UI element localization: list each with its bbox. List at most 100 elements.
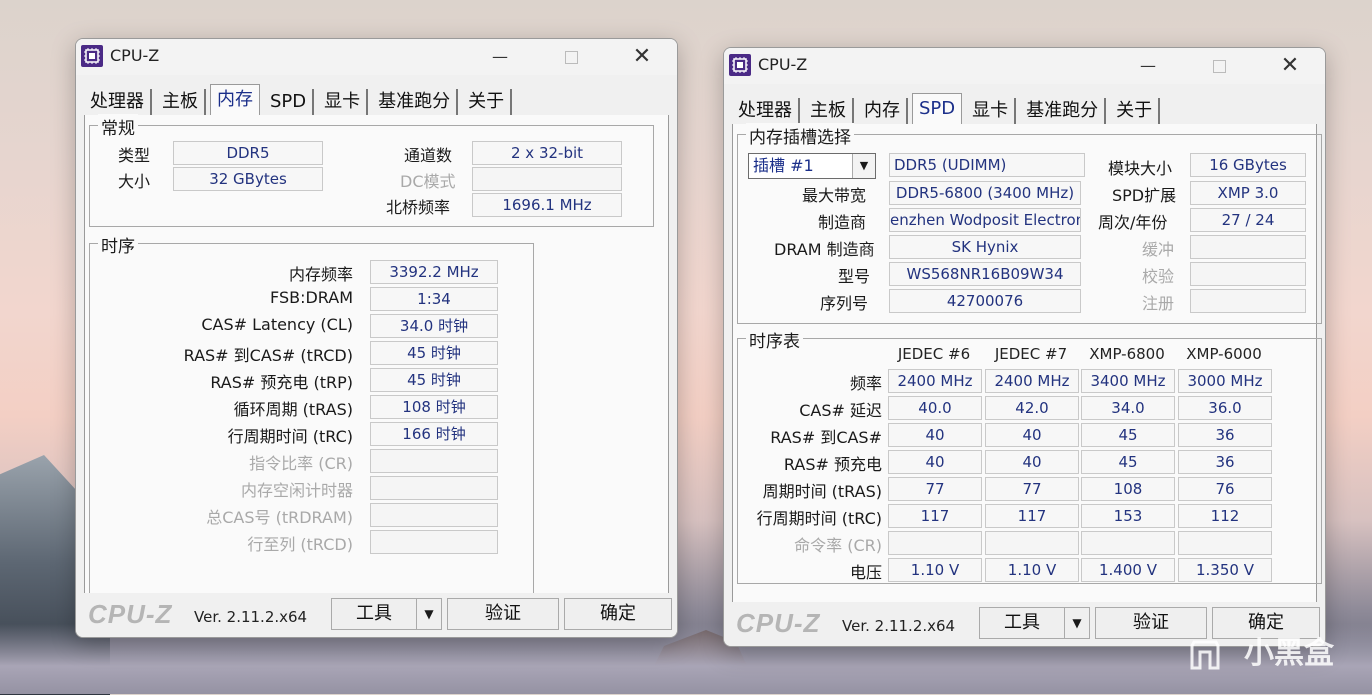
correction-value	[1190, 262, 1306, 286]
tab-graphics[interactable]: 显卡	[966, 98, 1017, 124]
memory-panel: 常规 类型 DDR5 大小 32 GBytes 通道数 2 x 32-bit D…	[84, 114, 669, 603]
tab-spd[interactable]: SPD	[264, 89, 315, 115]
timing-value	[370, 530, 498, 554]
timing-cell: 40	[888, 423, 982, 447]
maximize-button[interactable]	[551, 43, 591, 71]
manufacturer-label: 制造商	[818, 213, 867, 232]
slot-group-label: 内存插槽选择	[746, 123, 854, 148]
tab-bench[interactable]: 基准跑分	[1020, 98, 1107, 124]
tab-spd[interactable]: SPD	[912, 93, 963, 124]
max-bandwidth-label: 最大带宽	[802, 186, 867, 205]
footer-bar: CPU-Z Ver. 2.11.2.x64 工具 ▼ 验证 确定	[724, 602, 1325, 646]
xiaoheihe-logo-icon	[1190, 640, 1220, 670]
timing-cell: 112	[1178, 504, 1272, 528]
tools-button[interactable]: 工具	[331, 598, 417, 630]
title-bar[interactable]: CPU-Z — ✕	[724, 48, 1325, 84]
title-bar[interactable]: CPU-Z — ✕	[76, 39, 677, 75]
version-text: Ver. 2.11.2.x64	[842, 617, 956, 635]
buffered-label: 缓冲	[1142, 240, 1175, 259]
tab-bench[interactable]: 基准跑分	[372, 89, 459, 115]
part-number-value: WS568NR16B09W34	[889, 262, 1081, 286]
tab-about[interactable]: 关于	[1110, 98, 1161, 124]
timing-cell: 1.10 V	[985, 558, 1079, 582]
minimize-button[interactable]: —	[480, 43, 520, 71]
buffered-value	[1190, 235, 1306, 259]
minimize-button[interactable]: —	[1128, 52, 1168, 80]
part-number-label: 型号	[838, 267, 871, 286]
close-button[interactable]: ✕	[1270, 52, 1310, 80]
tab-about[interactable]: 关于	[462, 89, 513, 115]
timing-value	[370, 503, 498, 527]
tab-memory[interactable]: 内存	[858, 98, 908, 124]
general-group-label: 常规	[98, 114, 138, 139]
timing-cell: 40	[888, 450, 982, 474]
timing-cell: 40	[985, 423, 1079, 447]
timing-cell: 108	[1081, 477, 1175, 501]
validate-button[interactable]: 验证	[1095, 607, 1207, 639]
slot-select[interactable]: 插槽 #1 ▼	[748, 153, 876, 179]
tab-memory[interactable]: 内存	[210, 84, 260, 115]
timing-column-header: XMP-6000	[1186, 345, 1262, 363]
timing-column-header: XMP-6800	[1089, 345, 1165, 363]
timing-cell: 1.350 V	[1178, 558, 1272, 582]
timing-table-group: 时序表 JEDEC #6 JEDEC #7 XMP-6800 XMP-6000 频率 24…	[737, 327, 1322, 584]
timing-cell: 117	[888, 504, 982, 528]
timing-row-label: 命令率 (CR)	[794, 536, 882, 555]
slot-group: 内存插槽选择 插槽 #1 ▼ DDR5 (UDIMM) 最大带宽 DDR5-68…	[737, 123, 1322, 324]
tab-graphics[interactable]: 显卡	[318, 89, 369, 115]
validate-button[interactable]: 验证	[447, 598, 559, 630]
module-size-label: 模块大小	[1108, 159, 1173, 178]
timing-row-label: RAS# 到CAS#	[770, 428, 882, 447]
week-year-label: 周次/年份	[1098, 213, 1168, 232]
timings-group: 时序 内存频率 3392.2 MHz FSB:DRAM 1:34 CAS# Latenc…	[89, 232, 534, 603]
module-type-value: DDR5 (UDIMM)	[889, 153, 1085, 177]
timing-cell: 34.0	[1081, 396, 1175, 420]
tab-cpu[interactable]: 处理器	[732, 98, 800, 124]
timing-value: 45 时钟	[370, 368, 498, 392]
tools-button[interactable]: 工具	[979, 607, 1065, 639]
timing-column-header: JEDEC #7	[994, 345, 1068, 363]
timing-value: 3392.2 MHz	[370, 260, 498, 284]
close-button[interactable]: ✕	[622, 43, 662, 71]
tab-cpu[interactable]: 处理器	[84, 89, 152, 115]
ok-button[interactable]: 确定	[564, 598, 672, 630]
window-title: CPU-Z	[758, 55, 808, 74]
timing-row-label: 电压	[849, 563, 882, 582]
timing-cell: 2400 MHz	[888, 369, 982, 393]
week-year-value: 27 / 24	[1190, 208, 1306, 232]
timing-label: RAS# 到CAS# (tRCD)	[183, 346, 353, 365]
general-group: 常规 类型 DDR5 大小 32 GBytes 通道数 2 x 32-bit D…	[89, 114, 654, 227]
timing-label: 内存空闲计时器	[240, 481, 353, 500]
tab-bar: 处理器 主板 内存 SPD 显卡 基准跑分 关于	[84, 84, 516, 115]
serial-value: 42700076	[889, 289, 1081, 313]
timing-label: RAS# 预充电 (tRP)	[210, 373, 353, 392]
timing-label: 总CAS号 (tRDRAM)	[206, 508, 353, 527]
watermark-text: 小黑盒	[1244, 636, 1334, 671]
channels-value: 2 x 32-bit	[472, 141, 622, 165]
registered-label: 注册	[1142, 294, 1175, 313]
spd-ext-label: SPD扩展	[1112, 186, 1177, 205]
registered-value	[1190, 289, 1306, 313]
size-label: 大小	[118, 172, 151, 191]
tab-mainboard[interactable]: 主板	[156, 89, 206, 115]
timing-cell: 45	[1081, 450, 1175, 474]
timing-row-label: 周期时间 (tRAS)	[762, 482, 882, 501]
timing-cell: 40	[985, 450, 1079, 474]
timings-group-label: 时序	[98, 232, 138, 257]
tools-dropdown-arrow-icon[interactable]: ▼	[416, 598, 442, 630]
tab-bar: 处理器 主板 内存 SPD 显卡 基准跑分 关于	[732, 93, 1164, 124]
timing-value	[370, 476, 498, 500]
timing-label: 指令比率 (CR)	[249, 454, 353, 473]
tab-mainboard[interactable]: 主板	[804, 98, 854, 124]
timing-label: 行至列 (tRCD)	[247, 535, 353, 554]
spd-panel: 内存插槽选择 插槽 #1 ▼ DDR5 (UDIMM) 最大带宽 DDR5-68…	[732, 123, 1322, 602]
timing-label: FSB:DRAM	[270, 288, 353, 307]
timing-cell: 36.0	[1178, 396, 1272, 420]
timing-row-label: CAS# 延迟	[799, 401, 882, 420]
tools-dropdown-arrow-icon[interactable]: ▼	[1064, 607, 1090, 639]
maximize-button[interactable]	[1199, 52, 1239, 80]
timing-cell: 1.400 V	[1081, 558, 1175, 582]
timing-value: 166 时钟	[370, 422, 498, 446]
timing-cell: 40.0	[888, 396, 982, 420]
timing-cell: 153	[1081, 504, 1175, 528]
